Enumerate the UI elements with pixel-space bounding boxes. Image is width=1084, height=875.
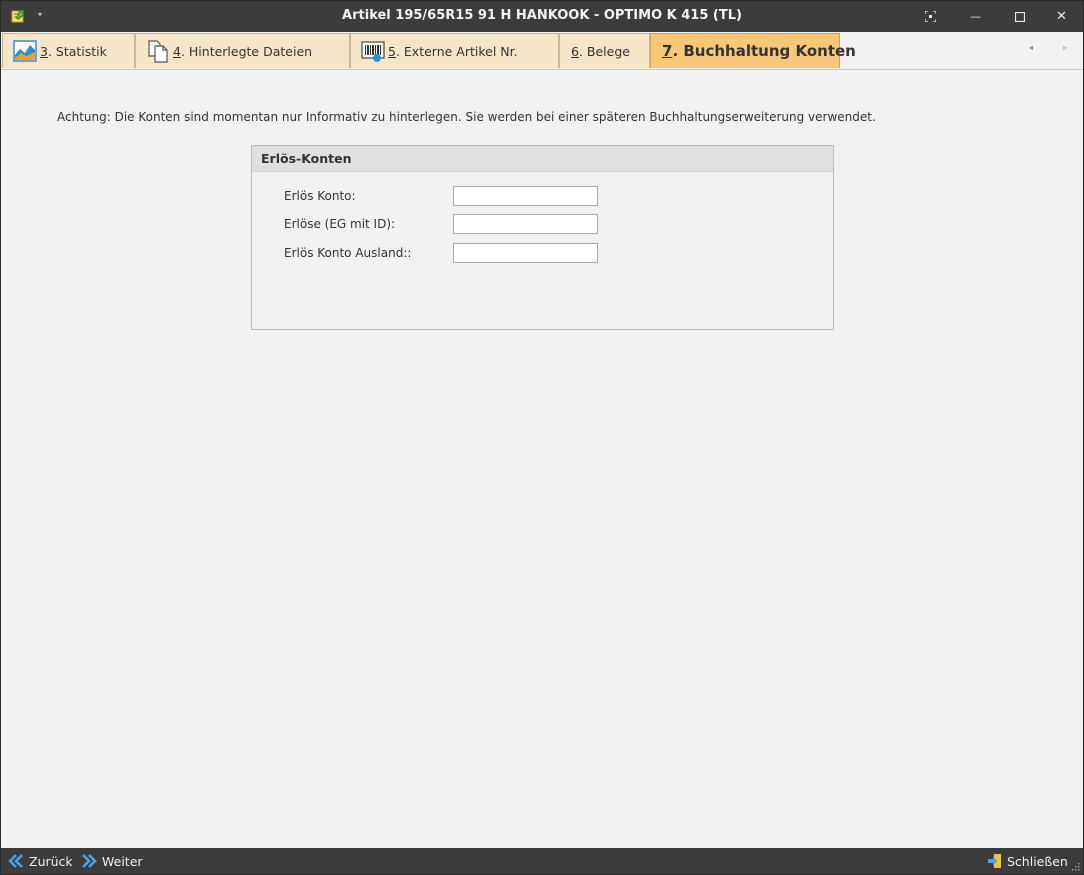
group-title: Erlös-Konten bbox=[252, 146, 833, 172]
barcode-icon bbox=[361, 41, 385, 62]
title-bar: ▾ Artikel 195/65R15 91 H HANKOOK - OPTIM… bbox=[1, 1, 1083, 32]
back-label: Zurück bbox=[29, 853, 73, 869]
tab-hinterlegte-dateien[interactable]: 4. Hinterlegte Dateien bbox=[135, 33, 350, 68]
tab-scroll-right-icon[interactable]: ▸ bbox=[1063, 43, 1067, 52]
tab-label: 3. Statistik bbox=[40, 43, 107, 59]
tab-belege[interactable]: 6. Belege bbox=[559, 33, 650, 68]
erloese-eg-mit-id-input[interactable] bbox=[453, 214, 598, 234]
content-area: Achtung: Die Konten sind momentan nur In… bbox=[1, 70, 1083, 848]
fullscreen-icon bbox=[925, 11, 936, 22]
fullscreen-button[interactable] bbox=[908, 1, 953, 32]
maximize-icon bbox=[1014, 11, 1025, 22]
tab-externe-artikel-nr[interactable]: 5. Externe Artikel Nr. bbox=[350, 33, 559, 68]
tab-strip: 3. Statistik 4. Hinterlegte Dateien 5. E… bbox=[1, 32, 1083, 70]
erloes-konten-group: Erlös-Konten Erlös Konto: Erlöse (EG mit… bbox=[251, 145, 834, 330]
statistics-icon bbox=[13, 40, 37, 62]
tab-label: 7. Buchhaltung Konten bbox=[662, 42, 856, 60]
erloes-konto-ausland-input[interactable] bbox=[453, 243, 598, 263]
notice-text: Achtung: Die Konten sind momentan nur In… bbox=[57, 110, 876, 124]
article-window: ▾ Artikel 195/65R15 91 H HANKOOK - OPTIM… bbox=[0, 0, 1084, 875]
documents-icon bbox=[148, 40, 168, 63]
erloes-konto-input[interactable] bbox=[453, 186, 598, 206]
tab-statistik[interactable]: 3. Statistik bbox=[2, 33, 135, 68]
tab-label: 4. Hinterlegte Dateien bbox=[173, 43, 313, 59]
tab-label: 6. Belege bbox=[571, 43, 630, 59]
close-label: Schließen bbox=[1007, 853, 1068, 869]
tab-label: 5. Externe Artikel Nr. bbox=[388, 43, 518, 59]
field-label: Erlös Konto Ausland:: bbox=[284, 246, 412, 260]
double-chevron-right-icon bbox=[82, 854, 97, 868]
close-button[interactable]: ✕ bbox=[1039, 1, 1084, 32]
back-button[interactable]: Zurück bbox=[8, 848, 73, 874]
tab-buchhaltung-konten[interactable]: 7. Buchhaltung Konten bbox=[650, 33, 856, 68]
exit-door-icon bbox=[988, 854, 1001, 868]
tab-scroll-left-icon[interactable]: ◂ bbox=[1029, 43, 1033, 52]
maximize-button[interactable] bbox=[997, 1, 1042, 32]
minimize-icon: — bbox=[970, 10, 981, 23]
field-label: Erlös Konto: bbox=[284, 189, 356, 203]
close-icon: ✕ bbox=[1056, 9, 1067, 24]
forward-button[interactable]: Weiter bbox=[81, 848, 143, 874]
resize-grip-icon[interactable] bbox=[1070, 861, 1080, 871]
bottom-bar: Zurück Weiter Schließen bbox=[1, 848, 1083, 874]
close-window-button[interactable]: Schließen bbox=[987, 848, 1068, 874]
double-chevron-left-icon bbox=[8, 854, 23, 868]
field-label: Erlöse (EG mit ID): bbox=[284, 217, 396, 231]
forward-label: Weiter bbox=[102, 853, 143, 869]
minimize-button[interactable]: — bbox=[953, 1, 998, 32]
